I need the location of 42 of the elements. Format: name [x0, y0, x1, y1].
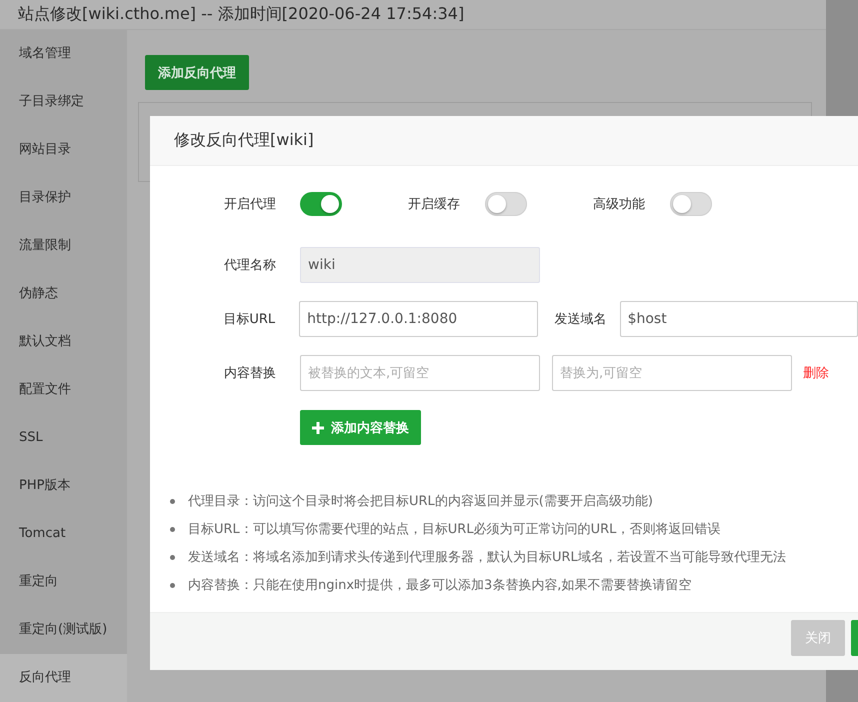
add-proxy-button[interactable]: 添加反向代理 [145, 55, 249, 90]
bullet-icon [170, 526, 175, 532]
field-label: 目标URL [222, 311, 276, 328]
field-label: 内容替换 [223, 365, 276, 382]
help-note: 目标URL：可以填写你需要代理的站点，目标URL必须为可正常访问的URL，否则将返回错误 [188, 521, 720, 538]
bullet-icon [170, 582, 175, 588]
sidebar-item[interactable]: 目录保护 [0, 174, 127, 222]
sidebar-item[interactable]: 伪静态 [0, 270, 127, 318]
sidebar-item[interactable]: 重定向(测试版) [0, 606, 127, 654]
bullet-icon [170, 498, 175, 504]
toggle-switch[interactable] [670, 192, 712, 216]
sidebar-item[interactable]: 网站目录 [0, 126, 127, 174]
sidebar-item[interactable]: 配置文件 [0, 366, 127, 414]
toggle-label: 开启代理 [223, 196, 276, 213]
replace-from-field[interactable]: 被替换的文本,可留空 [300, 355, 540, 391]
replace-to-field[interactable]: 替换为,可留空 [552, 355, 792, 391]
help-note: 代理目录：访问这个目录时将会把目标URL的内容返回并显示(需要开启高级功能) [188, 493, 653, 510]
sidebar-item[interactable]: SSL [0, 414, 127, 462]
target-url-field[interactable]: http://127.0.0.1:8080 [299, 301, 538, 337]
toggle-label: 开启缓存 [408, 196, 460, 213]
toggle-switch[interactable] [300, 192, 342, 216]
sidebar-item[interactable]: Tomcat [0, 510, 127, 558]
field-label: 发送域名 [554, 311, 607, 328]
help-note: 内容替换：只能在使用nginx时提供，最多可以添加3条替换内容,如果不需要替换请留空 [188, 577, 692, 594]
sidebar-item[interactable]: 子目录绑定 [0, 78, 127, 126]
add-replace-button[interactable]: 添加内容替换 [300, 410, 421, 445]
window-title: 站点修改[wiki.ctho.me] -- 添加时间[2020-06-24 17:54:34] [18, 4, 464, 25]
sidebar-item[interactable]: PHP版本 [0, 462, 127, 510]
sidebar-item[interactable]: 重定向 [0, 558, 127, 606]
delete-link[interactable]: 删除 [803, 364, 829, 382]
sidebar-item[interactable]: 域名管理 [0, 30, 127, 78]
dialog-title: 修改反向代理[wiki] [174, 130, 314, 151]
toggle-switch[interactable] [485, 192, 527, 216]
plus-icon [312, 422, 324, 434]
help-note: 发送域名：将域名添加到请求头传递到代理服务器，默认为目标URL域名，若设置不当可能导致代理无法 [188, 549, 786, 566]
toggle-label: 高级功能 [593, 196, 645, 213]
bullet-icon [170, 554, 175, 560]
sidebar-item[interactable]: 流量限制 [0, 222, 127, 270]
sidebar-item[interactable]: 默认文档 [0, 318, 127, 366]
field-label: 代理名称 [223, 257, 276, 274]
send-domain-field[interactable]: $host [620, 301, 858, 337]
sidebar-item[interactable]: 反向代理 [0, 654, 127, 702]
